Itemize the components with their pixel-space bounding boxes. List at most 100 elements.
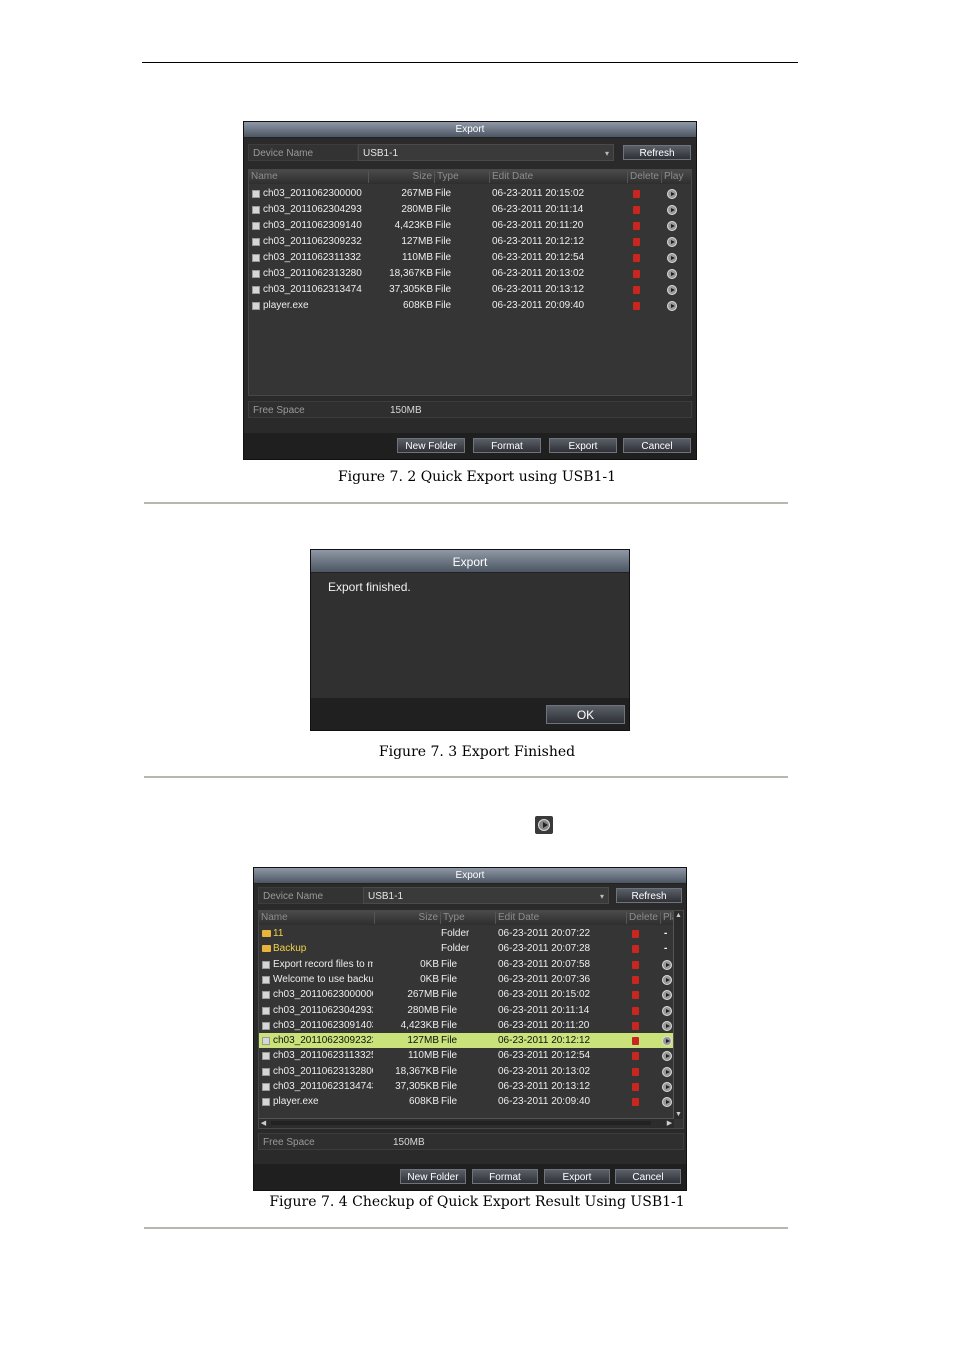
play-icon[interactable] bbox=[662, 1005, 672, 1016]
trash-icon[interactable] bbox=[632, 1037, 639, 1046]
trash-icon[interactable] bbox=[633, 190, 640, 198]
scroll-right-icon[interactable]: ▶ bbox=[665, 1119, 674, 1128]
trash-icon[interactable] bbox=[632, 1052, 639, 1061]
trash-icon[interactable] bbox=[632, 1067, 639, 1076]
play-icon[interactable] bbox=[667, 237, 677, 247]
table-row[interactable]: ch03_2011062309232 127MB File 06-23-2011 20… bbox=[249, 234, 691, 250]
table-row[interactable]: ch03_2011062311332 110MB File 06-23-2011 20… bbox=[249, 250, 691, 266]
trash-icon[interactable] bbox=[632, 945, 639, 954]
table-row[interactable]: ch03_20110623134743 37,305KB File 06-23-201… bbox=[259, 1079, 683, 1094]
refresh-button[interactable]: Refresh bbox=[623, 145, 691, 160]
refresh-button[interactable]: Refresh bbox=[616, 888, 682, 903]
scroll-down-icon[interactable]: ▼ bbox=[674, 1110, 683, 1119]
checkbox[interactable] bbox=[252, 270, 260, 278]
scroll-up-icon[interactable]: ▲ bbox=[674, 911, 683, 920]
checkbox[interactable] bbox=[262, 1067, 270, 1076]
trash-icon[interactable] bbox=[632, 1083, 639, 1091]
table-row[interactable]: ch03_20110623091403 4,423KB File 06-23-2011… bbox=[259, 1018, 683, 1033]
checkbox[interactable] bbox=[262, 1052, 270, 1061]
checkbox[interactable] bbox=[252, 222, 260, 230]
trash-icon[interactable] bbox=[632, 930, 639, 938]
table-row[interactable]: ch03_20110623042932 280MB File 06-23-2011 2… bbox=[259, 1003, 683, 1018]
export-button[interactable]: Export bbox=[544, 1169, 610, 1184]
cancel-button[interactable]: Cancel bbox=[623, 438, 691, 453]
table-row[interactable]: ch03_2011062313474 37,305KB File 06-23-2011… bbox=[249, 282, 691, 298]
checkbox[interactable] bbox=[252, 238, 260, 246]
table-row[interactable]: ch03_20110623132800 18,367KB File 06-23-201… bbox=[259, 1064, 683, 1079]
play-icon[interactable] bbox=[662, 1036, 672, 1047]
export-button[interactable]: Export bbox=[549, 438, 617, 453]
trash-icon[interactable] bbox=[633, 238, 640, 246]
checkbox[interactable] bbox=[262, 1083, 270, 1091]
table-row[interactable]: ch03_2011062300000 267MB File 06-23-2011 20… bbox=[249, 186, 691, 202]
vertical-scrollbar[interactable]: ▲ ▼ bbox=[673, 911, 683, 1119]
trash-icon[interactable] bbox=[633, 286, 640, 294]
new-folder-button[interactable]: New Folder bbox=[397, 438, 465, 453]
play-icon[interactable] bbox=[662, 1066, 672, 1077]
trash-icon[interactable] bbox=[632, 1006, 639, 1015]
table-row[interactable]: player.exe 608KB File 06-23-2011 20:09:40 bbox=[259, 1094, 683, 1109]
play-icon[interactable] bbox=[662, 974, 672, 985]
format-button[interactable]: Format bbox=[473, 438, 541, 453]
play-icon[interactable] bbox=[667, 253, 677, 263]
table-row[interactable]: ch03_2011062304293 280MB File 06-23-2011 20… bbox=[249, 202, 691, 218]
ok-button[interactable]: OK bbox=[546, 705, 625, 724]
trash-icon[interactable] bbox=[633, 302, 640, 310]
checkbox[interactable] bbox=[262, 1006, 270, 1015]
play-icon[interactable] bbox=[667, 285, 677, 295]
trash-icon[interactable] bbox=[632, 960, 639, 969]
checkbox[interactable] bbox=[262, 975, 270, 984]
checkbox[interactable] bbox=[252, 206, 260, 214]
play-icon[interactable] bbox=[662, 1097, 672, 1108]
scroll-thumb[interactable] bbox=[271, 1121, 651, 1125]
play-icon[interactable] bbox=[662, 1082, 672, 1092]
col-type: Type bbox=[441, 912, 496, 924]
horizontal-scrollbar[interactable]: ◀ ▶ bbox=[259, 1118, 674, 1128]
play-icon[interactable] bbox=[662, 1051, 672, 1062]
trash-icon[interactable] bbox=[632, 1098, 639, 1107]
checkbox[interactable] bbox=[262, 1037, 270, 1046]
cancel-button[interactable]: Cancel bbox=[615, 1169, 681, 1184]
table-row[interactable]: ch03_20110623092323 127MB File 06-23-2011 2… bbox=[259, 1033, 683, 1049]
checkbox[interactable] bbox=[262, 991, 270, 1000]
play-icon[interactable] bbox=[667, 189, 677, 199]
device-select[interactable]: USB1-1 ▾ bbox=[358, 144, 614, 161]
trash-icon[interactable] bbox=[633, 270, 640, 278]
table-row[interactable]: ch03_20110623000000 267MB File 06-23-2011 2… bbox=[259, 987, 683, 1002]
table-row[interactable]: Backup Folder 06-23-2011 20:07:28 - bbox=[259, 941, 683, 956]
checkbox[interactable] bbox=[252, 254, 260, 262]
play-icon[interactable] bbox=[662, 990, 672, 1001]
table-row[interactable]: Welcome to use backup 0KB File 06-23-2011 2… bbox=[259, 972, 683, 987]
trash-icon[interactable] bbox=[632, 991, 639, 1000]
table-row[interactable]: 11 Folder 06-23-2011 20:07:22 - bbox=[259, 926, 683, 941]
table-row[interactable]: ch03_2011062313280 18,367KB File 06-23-2011… bbox=[249, 266, 691, 282]
trash-icon[interactable] bbox=[632, 975, 639, 984]
table-row[interactable]: ch03_20110623113325 110MB File 06-23-2011 2… bbox=[259, 1048, 683, 1063]
new-folder-button[interactable]: New Folder bbox=[400, 1169, 466, 1184]
folder-icon bbox=[262, 930, 271, 937]
format-button[interactable]: Format bbox=[472, 1169, 538, 1184]
checkbox[interactable] bbox=[262, 1021, 270, 1030]
file-list-header: Name Size Type Edit Date Delete Pla bbox=[259, 911, 683, 925]
trash-icon[interactable] bbox=[633, 206, 640, 214]
trash-icon[interactable] bbox=[632, 1021, 639, 1030]
scroll-left-icon[interactable]: ◀ bbox=[259, 1119, 268, 1128]
table-row[interactable]: ch03_2011062309140 4,423KB File 06-23-2011 … bbox=[249, 218, 691, 234]
device-select[interactable]: USB1-1 ▾ bbox=[363, 887, 609, 904]
trash-icon[interactable] bbox=[633, 254, 640, 262]
checkbox[interactable] bbox=[262, 1098, 270, 1107]
play-icon[interactable] bbox=[662, 959, 672, 970]
play-icon[interactable] bbox=[662, 1020, 672, 1031]
play-icon[interactable] bbox=[667, 301, 677, 311]
checkbox[interactable] bbox=[252, 190, 260, 198]
table-row[interactable]: player.exe 608KB File 06-23-2011 20:09:40 bbox=[249, 298, 691, 314]
checkbox[interactable] bbox=[252, 286, 260, 294]
file-size: 37,305KB bbox=[395, 1081, 439, 1092]
checkbox[interactable] bbox=[262, 960, 270, 969]
trash-icon[interactable] bbox=[633, 222, 640, 230]
checkbox[interactable] bbox=[252, 302, 260, 310]
play-icon[interactable] bbox=[667, 221, 677, 231]
table-row[interactable]: Export record files to me 0KB File 06-23-20… bbox=[259, 957, 683, 972]
play-icon[interactable] bbox=[667, 269, 677, 279]
play-icon[interactable] bbox=[667, 205, 677, 215]
